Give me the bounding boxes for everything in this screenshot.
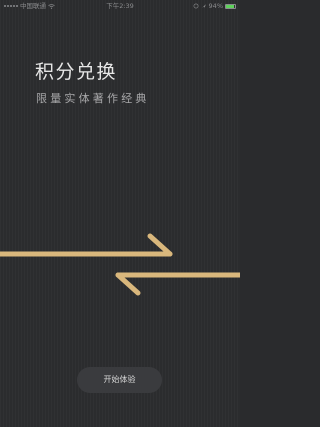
battery-percent: 94% [208, 2, 223, 10]
welcome-screen: 中国联通 下午2:39 94% 积分兑换 限量实体著作经典 开始体验 [0, 0, 240, 427]
arrow-right-head [147, 233, 173, 257]
exchange-arrows-icon [0, 233, 240, 296]
battery-icon [225, 3, 236, 9]
page-subtitle: 限量实体著作经典 [36, 92, 150, 105]
arrow-left-head [115, 272, 141, 296]
location-icon [193, 3, 198, 9]
alarm-icon [201, 4, 206, 8]
start-experience-button[interactable]: 开始体验 [77, 367, 162, 393]
page-title: 积分兑换 [35, 61, 118, 83]
battery-fill [226, 4, 235, 8]
status-right: 94% [193, 0, 236, 12]
status-bar: 中国联通 下午2:39 94% [0, 0, 240, 12]
